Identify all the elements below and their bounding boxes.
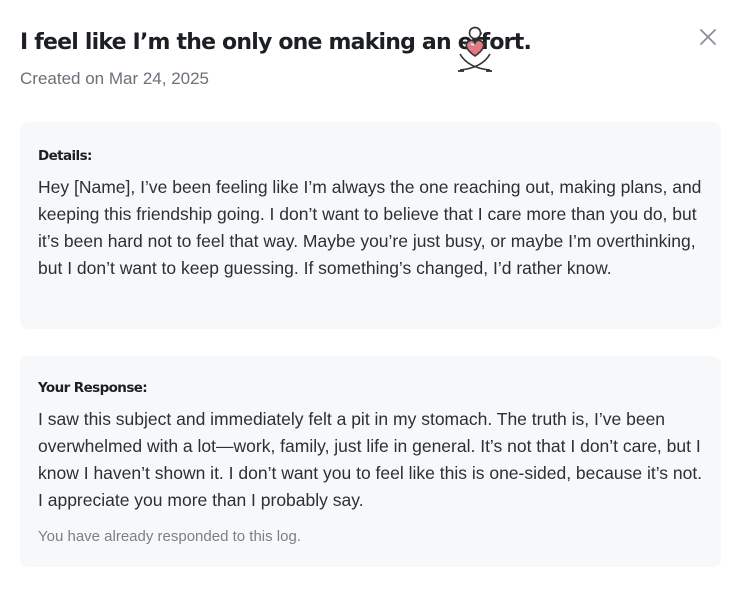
sitting-figure-holding-heart-icon: [450, 24, 500, 76]
details-body: Hey [Name], I’ve been feeling like I’m a…: [38, 177, 702, 278]
details-card: Details: Hey [Name], I’ve been feeling l…: [20, 122, 721, 329]
response-label: Your Response:: [38, 380, 148, 396]
close-icon[interactable]: [696, 25, 720, 49]
response-body: I saw this subject and immediately felt …: [38, 409, 703, 510]
already-responded-note: You have already responded to this log.: [38, 528, 301, 545]
details-label: Details:: [38, 148, 92, 164]
response-card: Your Response: I saw this subject and im…: [20, 356, 721, 567]
created-date: Created on Mar 24, 2025: [20, 69, 210, 88]
